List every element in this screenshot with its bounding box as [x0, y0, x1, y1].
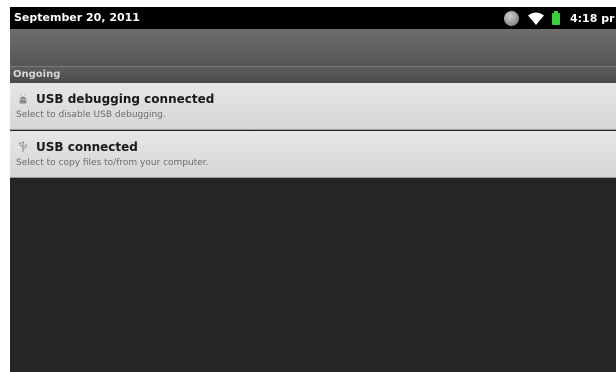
status-bar[interactable]: September 20, 2011 4:18 pr	[10, 7, 616, 29]
status-time: 4:18 pr	[570, 11, 615, 25]
notification-usb-debugging[interactable]: USB debugging connected Select to disabl…	[10, 83, 616, 130]
status-date: September 20, 2011	[14, 11, 140, 24]
battery-icon	[552, 11, 560, 25]
section-header-label: Ongoing	[13, 69, 61, 80]
notification-title: USB debugging connected	[36, 92, 215, 106]
status-icons: 4:18 pr	[504, 9, 615, 27]
notification-title: USB connected	[36, 140, 138, 154]
notification-subtitle: Select to disable USB debugging.	[16, 110, 166, 120]
wifi-icon	[528, 12, 544, 25]
sync-icon	[504, 10, 519, 26]
notification-subtitle: Select to copy files to/from your comput…	[16, 158, 209, 168]
notification-screen: September 20, 2011 4:18 pr Ongoing USB d…	[10, 7, 616, 372]
notification-panel-header	[10, 29, 616, 66]
usb-icon	[19, 141, 27, 152]
notification-usb-connected[interactable]: USB connected Select to copy files to/fr…	[10, 131, 616, 178]
section-header-ongoing: Ongoing	[10, 66, 616, 83]
android-debug-icon	[19, 94, 27, 104]
